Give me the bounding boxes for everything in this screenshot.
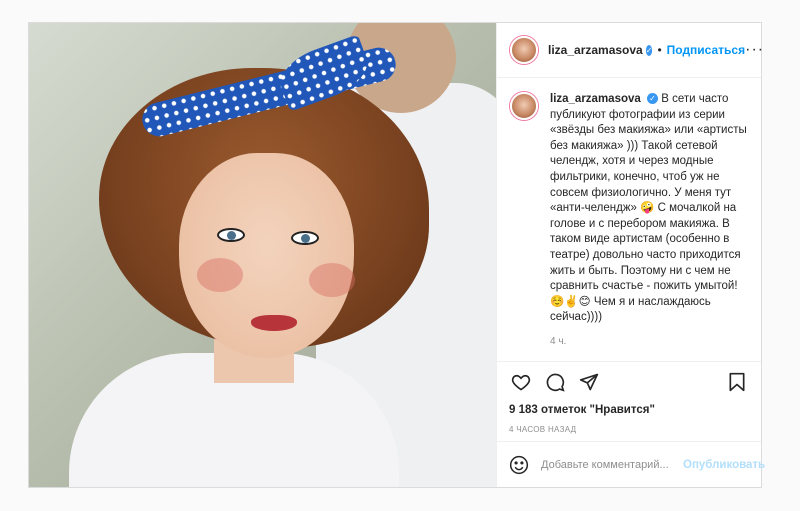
comment-input[interactable] bbox=[541, 458, 683, 471]
photo-blush-left bbox=[197, 258, 243, 292]
publish-button[interactable]: Опубликовать bbox=[683, 459, 765, 471]
photo-eye-right bbox=[291, 231, 319, 245]
photo-blush-right bbox=[309, 263, 355, 297]
comment-icon[interactable] bbox=[543, 370, 567, 394]
header-separator: • bbox=[657, 43, 662, 57]
follow-button[interactable]: Подписаться bbox=[667, 43, 745, 57]
caption-text: В сети часто публикуют фотографии из сер… bbox=[550, 93, 747, 324]
caption-avatar[interactable] bbox=[510, 92, 538, 120]
caption: liza_arzamasova ✓ В сети часто публикуют… bbox=[550, 92, 749, 326]
caption-verified-badge-icon: ✓ bbox=[647, 93, 658, 105]
photo-lips bbox=[251, 315, 297, 331]
caption-time: 4 ч. bbox=[550, 335, 567, 347]
posted-ago[interactable]: 4 ЧАСОВ НАЗАД bbox=[497, 425, 761, 441]
post-header: liza_arzamasova ✓ • Подписаться ··· bbox=[497, 23, 764, 78]
comment-box: Опубликовать bbox=[497, 441, 765, 487]
verified-badge-icon: ✓ bbox=[645, 44, 653, 56]
emoji-icon[interactable] bbox=[509, 455, 529, 475]
instagram-post: liza_arzamasova ✓ • Подписаться ··· liza… bbox=[28, 22, 765, 488]
caption-row: liza_arzamasova ✓ В сети часто публикуют… bbox=[510, 92, 749, 326]
heart-icon[interactable] bbox=[509, 370, 533, 394]
photo-eye-left bbox=[217, 228, 245, 242]
caption-username[interactable]: liza_arzamasova bbox=[550, 93, 641, 105]
avatar[interactable] bbox=[510, 36, 538, 64]
action-bar bbox=[497, 361, 761, 401]
post-sidebar: liza_arzamasova ✓ • Подписаться ··· liza… bbox=[496, 23, 765, 487]
caption-area: liza_arzamasova ✓ В сети часто публикуют… bbox=[497, 78, 761, 361]
bookmark-icon[interactable] bbox=[725, 370, 749, 394]
share-icon[interactable] bbox=[577, 370, 601, 394]
likes-count[interactable]: 9 183 отметок "Нравится" bbox=[497, 401, 761, 419]
header-username[interactable]: liza_arzamasova bbox=[548, 43, 643, 57]
post-photo[interactable] bbox=[29, 23, 496, 487]
more-icon[interactable]: ··· bbox=[745, 41, 764, 59]
